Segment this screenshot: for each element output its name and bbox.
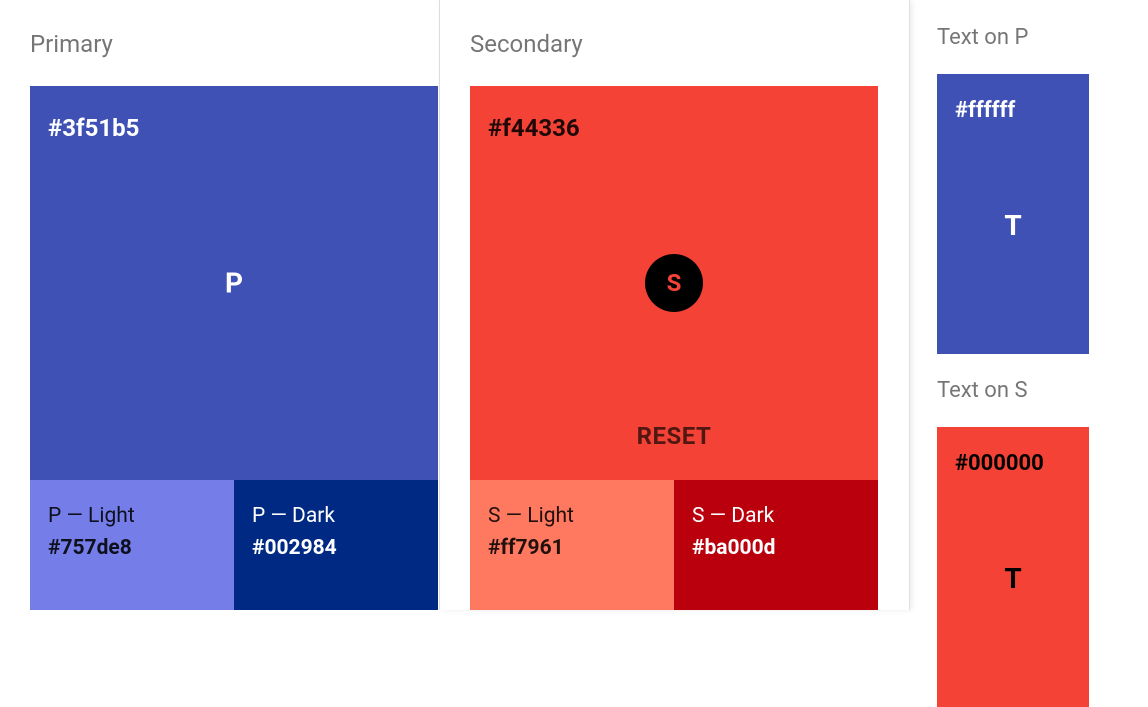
primary-dark-label: P — Dark — [252, 504, 420, 528]
secondary-light-hex: #ff7961 — [488, 536, 656, 560]
secondary-light-swatch[interactable]: S — Light #ff7961 — [470, 480, 674, 610]
text-on-s-section: Text on S #000000 T — [937, 378, 1148, 707]
primary-hex: #3f51b5 — [48, 114, 139, 142]
primary-title: Primary — [30, 30, 439, 58]
secondary-light-label: S — Light — [488, 504, 656, 528]
text-on-s-swatch[interactable]: #000000 T — [937, 427, 1089, 707]
primary-swatch[interactable]: #3f51b5 P — [30, 86, 438, 480]
text-on-p-swatch[interactable]: #ffffff T — [937, 74, 1089, 354]
primary-center-label: P — [225, 267, 243, 300]
primary-subrow: P — Light #757de8 P — Dark #002984 — [30, 480, 438, 610]
reset-button[interactable]: RESET — [637, 422, 712, 450]
primary-light-hex: #757de8 — [48, 536, 216, 560]
secondary-fab-label: S — [667, 269, 682, 297]
secondary-subrow: S — Light #ff7961 S — Dark #ba000d — [470, 480, 878, 610]
secondary-hex: #f44336 — [488, 114, 580, 142]
secondary-dark-hex: #ba000d — [692, 536, 860, 560]
text-on-p-center: T — [1004, 209, 1021, 242]
sidebar-column: Text on P #ffffff T Text on S #000000 T — [910, 0, 1148, 610]
text-on-p-section: Text on P #ffffff T — [937, 25, 1148, 354]
text-on-s-center: T — [1004, 562, 1021, 595]
text-on-p-title: Text on P — [937, 25, 1148, 50]
primary-dark-hex: #002984 — [252, 536, 420, 560]
secondary-dark-swatch[interactable]: S — Dark #ba000d — [674, 480, 878, 610]
primary-light-label: P — Light — [48, 504, 216, 528]
text-on-p-hex: #ffffff — [955, 98, 1015, 123]
text-on-s-title: Text on S — [937, 378, 1148, 403]
primary-light-swatch[interactable]: P — Light #757de8 — [30, 480, 234, 610]
primary-dark-swatch[interactable]: P — Dark #002984 — [234, 480, 438, 610]
secondary-swatch[interactable]: #f44336 S RESET — [470, 86, 878, 480]
secondary-fab-button[interactable]: S — [645, 254, 703, 312]
primary-column: Primary #3f51b5 P P — Light #757de8 P — … — [0, 0, 440, 610]
secondary-title: Secondary — [470, 30, 909, 58]
secondary-column: Secondary #f44336 S RESET S — Light #ff7… — [440, 0, 910, 610]
text-on-s-hex: #000000 — [955, 451, 1044, 476]
secondary-dark-label: S — Dark — [692, 504, 860, 528]
